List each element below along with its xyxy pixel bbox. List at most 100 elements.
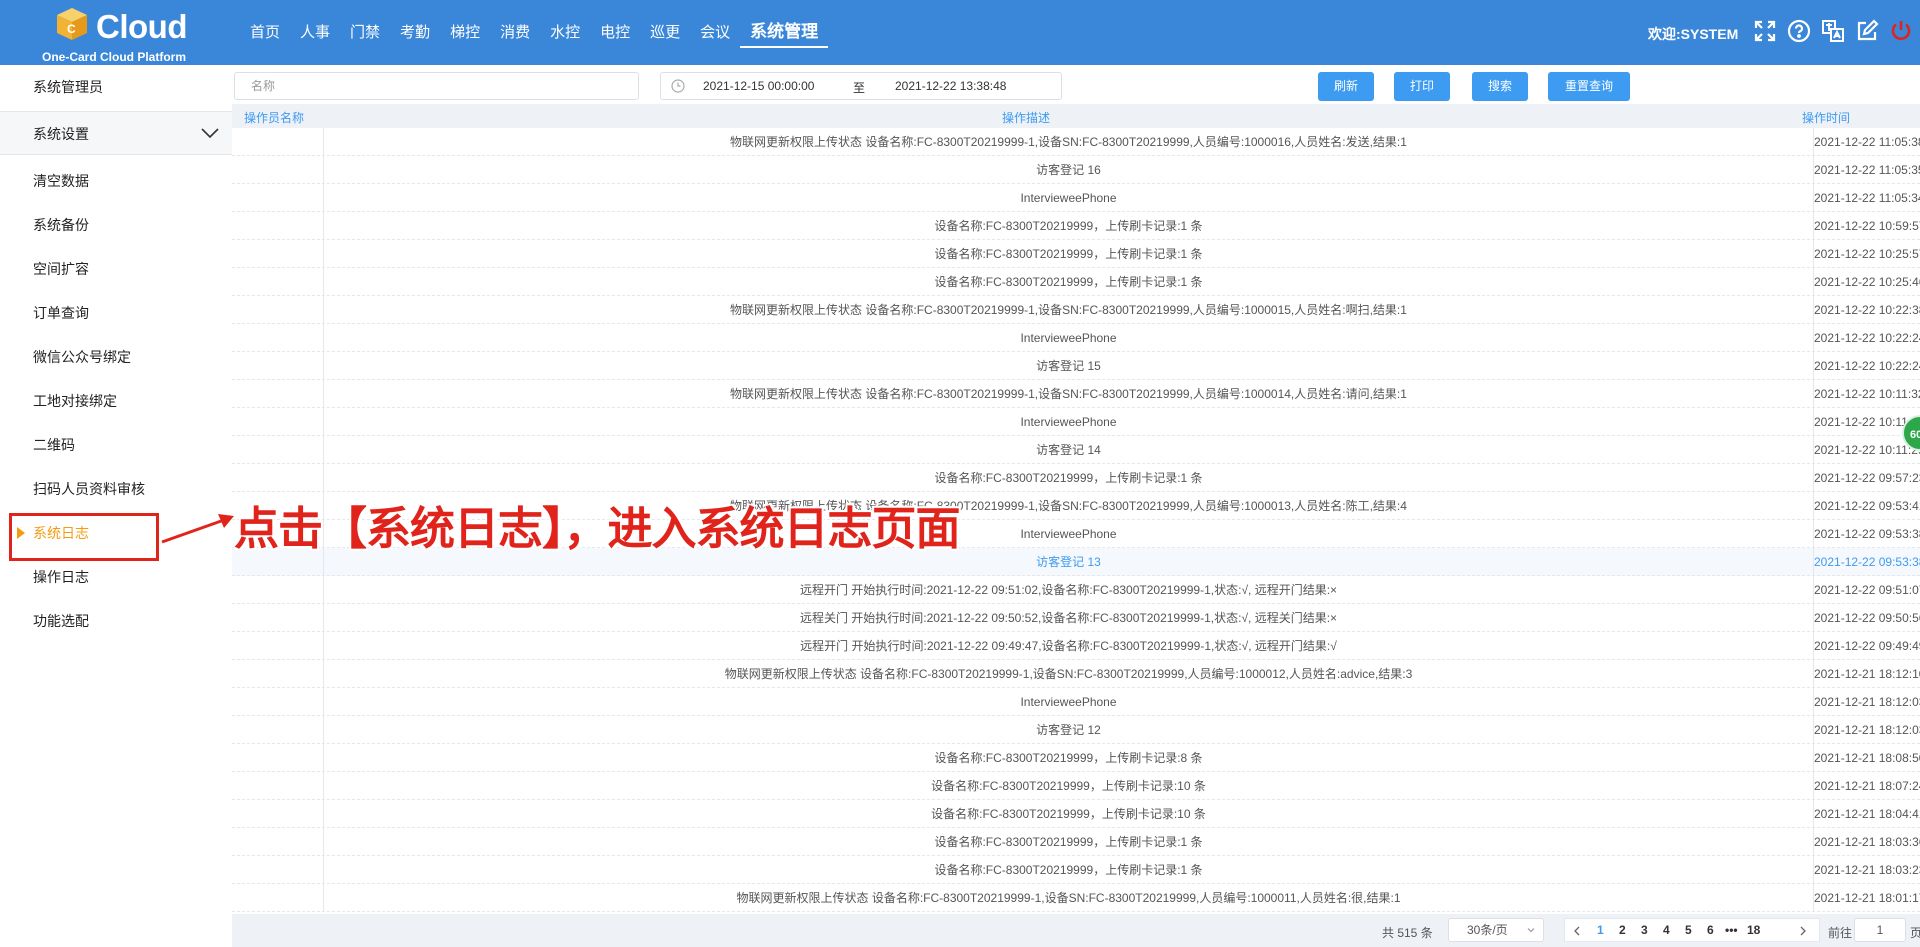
- time-cell: 2021-12-22 09:50:56: [1814, 611, 1920, 625]
- page-6[interactable]: 6: [1707, 923, 1714, 937]
- table-row[interactable]: 物联网更新权限上传状态 设备名称:FC-8300T20219999-1,设备SN…: [232, 128, 1920, 156]
- annotation-text: 点击【系统日志】，进入系统日志页面: [234, 503, 961, 554]
- sidebar-item-scan-review[interactable]: 扫码人员资料审核: [0, 467, 232, 511]
- table-row[interactable]: 设备名称:FC-8300T20219999，上传刷卡记录:1 条 2021-12-…: [232, 464, 1920, 492]
- table-row[interactable]: 设备名称:FC-8300T20219999，上传刷卡记录:1 条 2021-12-…: [232, 828, 1920, 856]
- sidebar-item-system-admin[interactable]: 系统管理员: [0, 65, 232, 109]
- table-row[interactable]: 设备名称:FC-8300T20219999，上传刷卡记录:1 条 2021-12-…: [232, 212, 1920, 240]
- operator-cell: [232, 576, 324, 604]
- description-cell: 远程关门 开始执行时间:2021-12-22 09:50:52,设备名称:FC-…: [324, 604, 1814, 632]
- power-icon[interactable]: [1888, 18, 1914, 44]
- column-header-description[interactable]: 操作描述: [1002, 109, 1050, 126]
- table-row[interactable]: 远程开门 开始执行时间:2021-12-22 09:51:02,设备名称:FC-…: [232, 576, 1920, 604]
- time-cell: 2021-12-22 10:22:24: [1814, 359, 1920, 373]
- sidebar-item-qrcode[interactable]: 二维码: [0, 423, 232, 467]
- table-row[interactable]: 访客登记 16 2021-12-22 11:05:35: [232, 156, 1920, 184]
- table-row[interactable]: 设备名称:FC-8300T20219999，上传刷卡记录:8 条 2021-12-…: [232, 744, 1920, 772]
- table-row[interactable]: 物联网更新权限上传状态 设备名称:FC-8300T20219999-1,设备SN…: [232, 296, 1920, 324]
- sidebar-item-order-query[interactable]: 订单查询: [0, 291, 232, 335]
- language-icon[interactable]: [1820, 18, 1846, 44]
- annotation-highlight-box: [9, 513, 159, 561]
- date-end[interactable]: 2021-12-22 13:38:48: [895, 79, 1006, 93]
- chevron-down-icon: [1527, 928, 1535, 933]
- help-icon[interactable]: [1786, 18, 1812, 44]
- page-4[interactable]: 4: [1663, 923, 1670, 937]
- table-row[interactable]: IntervieweePhone 2021-12-21 18:12:03: [232, 688, 1920, 716]
- operator-cell: [232, 128, 324, 156]
- table-row[interactable]: IntervieweePhone 2021-12-22 11:05:34: [232, 184, 1920, 212]
- nav-home[interactable]: 首页: [240, 18, 290, 48]
- time-cell: 2021-12-21 18:12:10: [1814, 667, 1920, 681]
- date-range-picker[interactable]: 2021-12-15 00:00:00 至 2021-12-22 13:38:4…: [660, 72, 1062, 100]
- reset-query-button[interactable]: 重置查询: [1548, 72, 1630, 101]
- page-1[interactable]: 1: [1597, 923, 1604, 937]
- prev-page-icon[interactable]: [1573, 926, 1581, 936]
- next-page-icon[interactable]: [1799, 926, 1807, 936]
- name-search-input[interactable]: 名称: [234, 72, 639, 100]
- table-row[interactable]: 远程关门 开始执行时间:2021-12-22 09:50:52,设备名称:FC-…: [232, 604, 1920, 632]
- sidebar-item-clear-data[interactable]: 清空数据: [0, 159, 232, 203]
- table-row[interactable]: 远程开门 开始执行时间:2021-12-22 09:49:47,设备名称:FC-…: [232, 632, 1920, 660]
- logo[interactable]: C Cloud One-Card Cloud Platform: [40, 4, 200, 64]
- table-row[interactable]: 访客登记 12 2021-12-21 18:12:03: [232, 716, 1920, 744]
- column-header-operator[interactable]: 操作员名称: [244, 109, 304, 126]
- table-row[interactable]: 设备名称:FC-8300T20219999，上传刷卡记录:1 条 2021-12-…: [232, 856, 1920, 884]
- sidebar-item-feature-config[interactable]: 功能选配: [0, 599, 232, 643]
- goto-page-input[interactable]: 1: [1854, 918, 1906, 942]
- page-ellipsis[interactable]: •••: [1725, 923, 1738, 937]
- table-row[interactable]: 访客登记 15 2021-12-22 10:22:24: [232, 352, 1920, 380]
- page-size-value: 30条/页: [1467, 923, 1508, 937]
- page-18[interactable]: 18: [1747, 923, 1760, 937]
- table-row[interactable]: 设备名称:FC-8300T20219999，上传刷卡记录:10 条 2021-12…: [232, 800, 1920, 828]
- nav-consumption[interactable]: 消费: [490, 18, 540, 48]
- sidebar-item-site-binding[interactable]: 工地对接绑定: [0, 379, 232, 423]
- table-row[interactable]: 设备名称:FC-8300T20219999，上传刷卡记录:1 条 2021-12-…: [232, 268, 1920, 296]
- page-5[interactable]: 5: [1685, 923, 1692, 937]
- refresh-button[interactable]: 刷新: [1318, 72, 1374, 101]
- page-size-select[interactable]: 30条/页: [1448, 918, 1544, 942]
- description-cell: 访客登记 12: [324, 716, 1814, 744]
- nav-access-control[interactable]: 门禁: [340, 18, 390, 48]
- page-list: 1 2 3 4 5 6 ••• 18: [1564, 918, 1820, 942]
- time-cell: 2021-12-22 11:05:38: [1814, 135, 1920, 149]
- edit-icon[interactable]: [1854, 18, 1880, 44]
- description-cell: 设备名称:FC-8300T20219999，上传刷卡记录:10 条: [324, 772, 1814, 800]
- description-cell: 远程开门 开始执行时间:2021-12-22 09:49:47,设备名称:FC-…: [324, 632, 1814, 660]
- sidebar-item-system-backup[interactable]: 系统备份: [0, 203, 232, 247]
- sidebar-item-operation-log[interactable]: 操作日志: [0, 555, 232, 599]
- sidebar-item-space-expansion[interactable]: 空间扩容: [0, 247, 232, 291]
- nav-attendance[interactable]: 考勤: [390, 18, 440, 48]
- nav-power-control[interactable]: 电控: [590, 18, 640, 48]
- table-row[interactable]: 物联网更新权限上传状态 设备名称:FC-8300T20219999-1,设备SN…: [232, 380, 1920, 408]
- fullscreen-icon[interactable]: [1752, 18, 1778, 44]
- operator-cell: [232, 184, 324, 212]
- nav-system-management[interactable]: 系统管理: [740, 18, 829, 48]
- sidebar-item-wechat-binding[interactable]: 微信公众号绑定: [0, 335, 232, 379]
- nav-water-control[interactable]: 水控: [540, 18, 590, 48]
- table-row[interactable]: 访客登记 14 2021-12-22 10:11:29: [232, 436, 1920, 464]
- page-2[interactable]: 2: [1619, 923, 1626, 937]
- nav-meeting[interactable]: 会议: [690, 18, 740, 48]
- description-cell: 设备名称:FC-8300T20219999，上传刷卡记录:10 条: [324, 800, 1814, 828]
- time-cell: 2021-12-22 09:53:38: [1814, 527, 1920, 541]
- print-button[interactable]: 打印: [1394, 72, 1450, 101]
- pagination: 共 515 条 30条/页 1 2 3 4 5 6 ••• 18 前往 1 页: [232, 914, 1920, 947]
- table-row[interactable]: IntervieweePhone 2021-12-22 10:22:24: [232, 324, 1920, 352]
- nav-personnel[interactable]: 人事: [290, 18, 340, 48]
- date-start[interactable]: 2021-12-15 00:00:00: [703, 79, 814, 93]
- sidebar-group-system-settings[interactable]: 系统设置: [0, 111, 232, 155]
- filter-bar: 名称 2021-12-15 00:00:00 至 2021-12-22 13:3…: [232, 65, 1920, 104]
- table-row[interactable]: 物联网更新权限上传状态 设备名称:FC-8300T20219999-1,设备SN…: [232, 660, 1920, 688]
- table-row[interactable]: 物联网更新权限上传状态 设备名称:FC-8300T20219999-1,设备SN…: [232, 884, 1920, 912]
- description-cell: 设备名称:FC-8300T20219999，上传刷卡记录:8 条: [324, 744, 1814, 772]
- description-cell: 访客登记 15: [324, 352, 1814, 380]
- page-3[interactable]: 3: [1641, 923, 1648, 937]
- table-row[interactable]: IntervieweePhone 2021-12-22 10:11:29: [232, 408, 1920, 436]
- table-row[interactable]: 设备名称:FC-8300T20219999，上传刷卡记录:1 条 2021-12-…: [232, 240, 1920, 268]
- nav-elevator[interactable]: 梯控: [440, 18, 490, 48]
- operator-cell: [232, 436, 324, 464]
- column-header-time[interactable]: 操作时间: [1802, 109, 1850, 126]
- nav-patrol[interactable]: 巡更: [640, 18, 690, 48]
- search-button[interactable]: 搜索: [1472, 72, 1528, 101]
- table-row[interactable]: 设备名称:FC-8300T20219999，上传刷卡记录:10 条 2021-12…: [232, 772, 1920, 800]
